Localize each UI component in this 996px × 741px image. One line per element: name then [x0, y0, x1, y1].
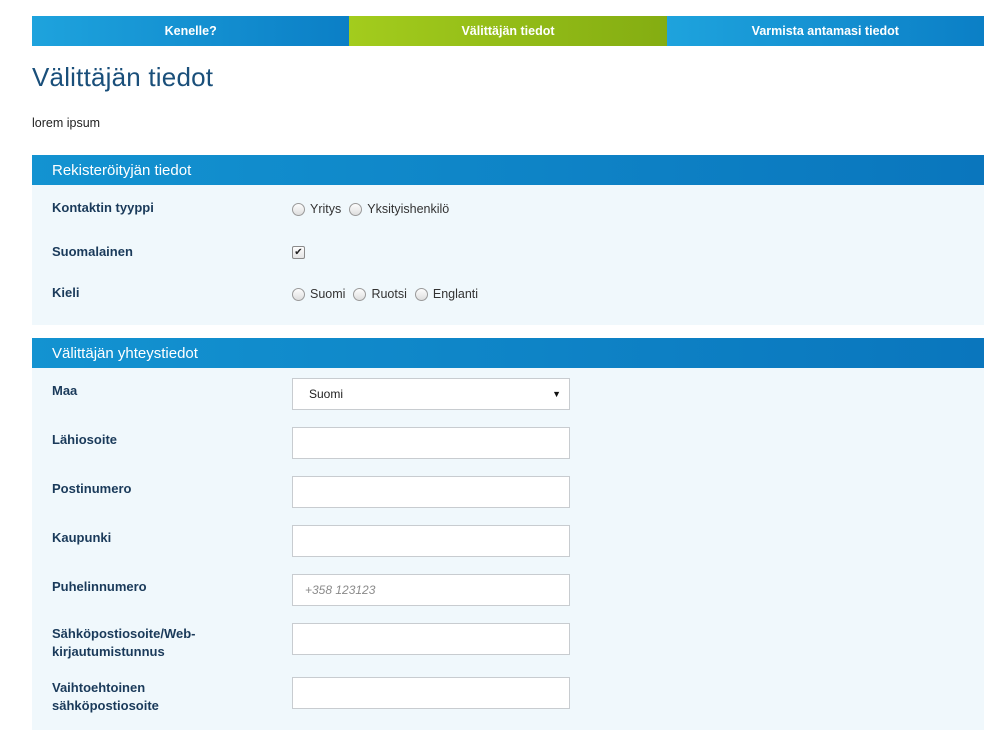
- radio-yritys[interactable]: [292, 202, 305, 216]
- street-input[interactable]: [292, 427, 570, 459]
- postal-label: Postinumero: [52, 481, 132, 496]
- finnish-checkbox[interactable]: ✔: [292, 246, 305, 259]
- alt-email-label-line1: Vaihtoehtoinen: [52, 680, 146, 695]
- country-select-value: Suomi: [309, 387, 344, 401]
- language-label: Kieli: [52, 285, 80, 300]
- intro-text: lorem ipsum: [32, 116, 101, 130]
- radio-ruotsi[interactable]: [353, 287, 367, 301]
- language-radio-group: Suomi Ruotsi Englanti: [292, 287, 486, 301]
- radio-yksityishenkilo-label: Yksityishenkilö: [367, 202, 450, 216]
- language-option-englanti[interactable]: Englanti: [414, 287, 479, 301]
- postal-input[interactable]: [292, 476, 570, 508]
- page-title: Välittäjän tiedot: [32, 62, 214, 92]
- step-varmista[interactable]: Varmista antamasi tiedot: [666, 16, 984, 46]
- language-option-suomi[interactable]: Suomi: [292, 287, 345, 301]
- checkmark-icon: ✔: [294, 246, 303, 258]
- radio-englanti[interactable]: [414, 287, 428, 301]
- email-label-line2: kirjautumistunnus: [52, 644, 165, 659]
- email-label-line1: Sähköpostiosoite/Web-: [52, 626, 196, 641]
- alt-email-input[interactable]: [292, 677, 570, 709]
- page: Kenelle? Välittäjän tiedot Varmista anta…: [0, 0, 996, 741]
- contact-section: Välittäjän yhteystiedot Maa Suomi ▼ Lähi…: [32, 338, 984, 730]
- city-label: Kaupunki: [52, 530, 112, 545]
- radio-ruotsi-label: Ruotsi: [371, 287, 407, 301]
- email-input[interactable]: [292, 623, 570, 655]
- country-select[interactable]: Suomi ▼: [292, 378, 570, 410]
- step-kenelle[interactable]: Kenelle?: [32, 16, 350, 46]
- radio-suomi[interactable]: [292, 287, 305, 301]
- dropdown-arrow-icon: ▼: [552, 389, 561, 399]
- country-label: Maa: [52, 383, 78, 398]
- radio-englanti-label: Englanti: [432, 287, 479, 301]
- radio-yritys-label: Yritys: [310, 202, 342, 216]
- alt-email-label-line2: sähköpostiosoite: [52, 698, 159, 713]
- phone-label: Puhelinnumero: [52, 579, 147, 594]
- contact-section-title: Välittäjän yhteystiedot: [32, 338, 984, 368]
- city-input[interactable]: [292, 525, 570, 557]
- contact-type-option-yksityishenkilo[interactable]: Yksityishenkilö: [349, 202, 449, 216]
- phone-input[interactable]: +358 123123: [292, 574, 570, 606]
- progress-steps: Kenelle? Välittäjän tiedot Varmista anta…: [32, 16, 984, 46]
- alt-email-label: Vaihtoehtoinen sähköpostiosoite: [52, 679, 232, 715]
- language-option-ruotsi[interactable]: Ruotsi: [353, 287, 407, 301]
- radio-suomi-label: Suomi: [310, 287, 346, 301]
- finnish-label: Suomalainen: [52, 244, 133, 259]
- email-label: Sähköpostiosoite/Web- kirjautumistunnus: [52, 625, 232, 661]
- registrant-section: Rekisteröityjän tiedot Kontaktin tyyppi …: [32, 155, 984, 325]
- phone-input-placeholder: +358 123123: [305, 583, 376, 597]
- street-label: Lähiosoite: [52, 432, 118, 447]
- radio-yksityishenkilo[interactable]: [349, 202, 363, 216]
- contact-type-label: Kontaktin tyyppi: [52, 200, 154, 215]
- contact-type-option-yritys[interactable]: Yritys: [292, 202, 341, 216]
- registrant-section-title: Rekisteröityjän tiedot: [32, 155, 984, 185]
- step-valittajan-tiedot[interactable]: Välittäjän tiedot: [349, 16, 667, 46]
- contact-type-radio-group: Yritys Yksityishenkilö: [292, 202, 457, 216]
